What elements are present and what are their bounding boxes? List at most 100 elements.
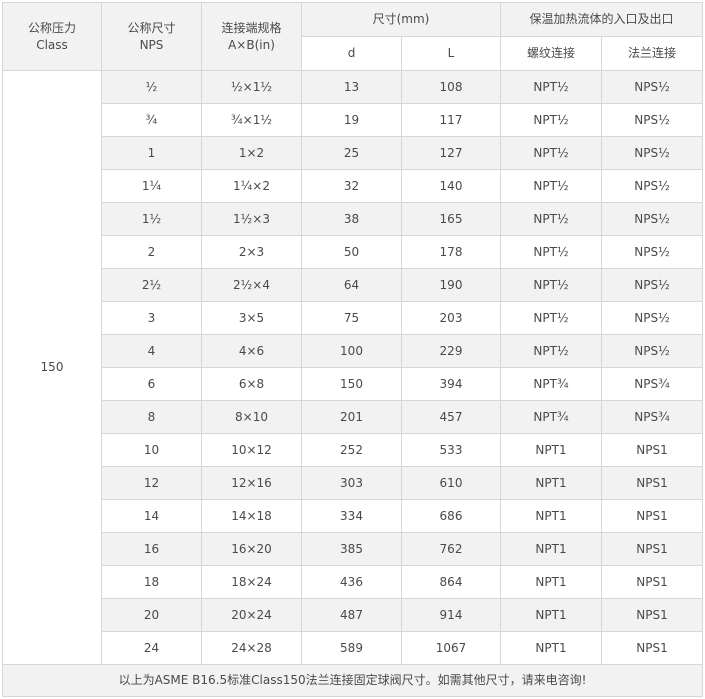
cell-nps: 14 — [101, 499, 202, 533]
table-row: 2 2×3 50 178 NPT½ NPS½ — [3, 235, 704, 269]
header-class-cn: 公称压力 — [27, 21, 76, 36]
header-nps: 公称尺寸 NPS — [101, 2, 202, 71]
cell-spec: 20×24 — [201, 598, 302, 632]
cell-flange: NPS½ — [600, 334, 704, 368]
cell-thread: NPT½ — [500, 334, 602, 368]
cell-L: 165 — [401, 202, 501, 236]
cell-thread: NPT¾ — [500, 400, 602, 434]
cell-spec: 10×12 — [201, 433, 302, 467]
table-row: ¾ ¾×1½ 19 117 NPT½ NPS½ — [3, 103, 704, 137]
cell-nps: 24 — [101, 631, 202, 665]
cell-spec: 1¼×2 — [201, 169, 302, 203]
cell-thread: NPT1 — [500, 532, 602, 566]
cell-d: 303 — [301, 466, 402, 500]
cell-spec: 1×2 — [201, 136, 302, 170]
cell-thread: NPT½ — [500, 301, 602, 335]
cell-flange: NPS1 — [600, 499, 704, 533]
cell-nps: 20 — [101, 598, 202, 632]
cell-L: 610 — [401, 466, 501, 500]
table-row: 10 10×12 252 533 NPT1 NPS1 — [3, 433, 704, 467]
table-row: 12 12×16 303 610 NPT1 NPS1 — [3, 466, 704, 500]
cell-d: 25 — [301, 136, 402, 170]
cell-d: 385 — [301, 532, 402, 566]
cell-spec: 2×3 — [201, 235, 302, 269]
header-nps-cn: 公称尺寸 — [127, 21, 176, 36]
cell-d: 436 — [301, 565, 402, 599]
cell-spec: 6×8 — [201, 367, 302, 401]
cell-d: 19 — [301, 103, 402, 137]
header-class-en: Class — [36, 37, 68, 52]
ball-valve-dimension-table: 公称压力 Class 公称尺寸 NPS 连接端规格 A×B(in) 尺寸(mm)… — [1, 2, 704, 697]
table-row: 4 4×6 100 229 NPT½ NPS½ — [3, 334, 704, 368]
cell-thread: NPT1 — [500, 433, 602, 467]
cell-flange: NPS1 — [600, 532, 704, 566]
cell-L: 178 — [401, 235, 501, 269]
table-body: 公称压力 Class 公称尺寸 NPS 连接端规格 A×B(in) 尺寸(mm)… — [1, 2, 704, 697]
header-spec: 连接端规格 A×B(in) — [201, 2, 302, 71]
cell-thread: NPT½ — [500, 202, 602, 236]
cell-thread: NPT½ — [500, 268, 602, 302]
cell-nps: 6 — [101, 367, 202, 401]
cell-spec: 14×18 — [201, 499, 302, 533]
cell-L: 127 — [401, 136, 501, 170]
cell-thread: NPT½ — [500, 70, 602, 104]
cell-L: 190 — [401, 268, 501, 302]
cell-d: 32 — [301, 169, 402, 203]
cell-thread: NPT1 — [500, 466, 602, 500]
cell-d: 75 — [301, 301, 402, 335]
header-thread: 螺纹连接 — [500, 36, 602, 71]
table-row: 20 20×24 487 914 NPT1 NPS1 — [3, 598, 704, 632]
cell-spec: 8×10 — [201, 400, 302, 434]
cell-flange: NPS½ — [600, 202, 704, 236]
cell-spec: 1½×3 — [201, 202, 302, 236]
cell-thread: NPT½ — [500, 103, 602, 137]
cell-flange: NPS½ — [600, 103, 704, 137]
cell-d: 150 — [301, 367, 402, 401]
cell-L: 394 — [401, 367, 501, 401]
cell-nps: ¾ — [101, 103, 202, 137]
cell-nps: ½ — [101, 70, 202, 104]
header-nps-en: NPS — [139, 37, 164, 52]
table-row: 18 18×24 436 864 NPT1 NPS1 — [3, 565, 704, 599]
cell-d: 589 — [301, 631, 402, 665]
table-row: 24 24×28 589 1067 NPT1 NPS1 — [3, 631, 704, 665]
cell-thread: NPT1 — [500, 631, 602, 665]
cell-thread: NPT½ — [500, 136, 602, 170]
table-row: 1½ 1½×3 38 165 NPT½ NPS½ — [3, 202, 704, 236]
cell-nps: 18 — [101, 565, 202, 599]
cell-flange: NPS1 — [600, 433, 704, 467]
cell-flange: NPS1 — [600, 565, 704, 599]
cell-d: 50 — [301, 235, 402, 269]
cell-flange: NPS½ — [600, 235, 704, 269]
cell-L: 108 — [401, 70, 501, 104]
cell-nps: 1 — [101, 136, 202, 170]
cell-nps: 2 — [101, 235, 202, 269]
cell-L: 1067 — [401, 631, 501, 665]
table-row: 14 14×18 334 686 NPT1 NPS1 — [3, 499, 704, 533]
header-flange: 法兰连接 — [600, 36, 704, 71]
cell-thread: NPT1 — [500, 499, 602, 533]
cell-flange: NPS½ — [600, 70, 704, 104]
header-spec-en: A×B(in) — [228, 37, 275, 52]
cell-L: 229 — [401, 334, 501, 368]
cell-nps: 1¼ — [101, 169, 202, 203]
cell-d: 38 — [301, 202, 402, 236]
cell-nps: 12 — [101, 466, 202, 500]
cell-nps: 4 — [101, 334, 202, 368]
table-row: 3 3×5 75 203 NPT½ NPS½ — [3, 301, 704, 335]
header-dimensions: 尺寸(mm) — [301, 2, 501, 37]
cell-L: 140 — [401, 169, 501, 203]
cell-nps: 8 — [101, 400, 202, 434]
header-row-1: 公称压力 Class 公称尺寸 NPS 连接端规格 A×B(in) 尺寸(mm)… — [2, 2, 704, 71]
cell-spec: 12×16 — [201, 466, 302, 500]
cell-L: 203 — [401, 301, 501, 335]
cell-thread: NPT¾ — [500, 367, 602, 401]
cell-spec: ¾×1½ — [201, 103, 302, 137]
cell-thread: NPT½ — [500, 169, 602, 203]
cell-nps: 1½ — [101, 202, 202, 236]
footer-note: 以上为ASME B16.5标准Class150法兰连接固定球阀尺寸。如需其他尺寸… — [1, 664, 704, 697]
cell-L: 457 — [401, 400, 501, 434]
cell-d: 252 — [301, 433, 402, 467]
table-row: 150 ½ ½×1½ 13 108 NPT½ NPS½ — [2, 70, 704, 665]
cell-flange: NPS1 — [600, 598, 704, 632]
